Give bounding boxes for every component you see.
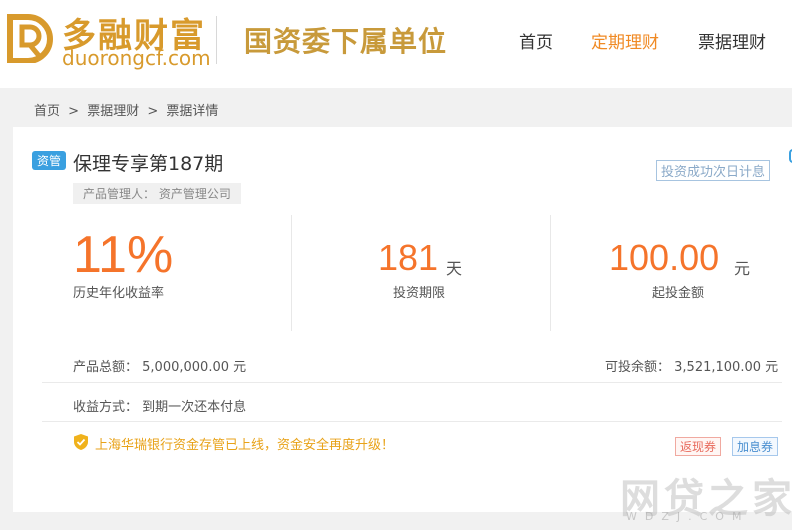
breadcrumb: 首页 > 票据理财 > 票据详情 bbox=[34, 100, 222, 119]
stat-divider bbox=[550, 215, 551, 331]
remaining-amount-value: 3,521,100.00 元 bbox=[674, 360, 779, 375]
total-amount-value: 5,000,000.00 元 bbox=[142, 360, 247, 375]
site-header: 多融财富 duorongcf.com 国资委下属单位 首页 定期理财 票据理财 bbox=[0, 0, 792, 88]
min-investment-unit: 元 bbox=[734, 259, 751, 278]
logo-mark-icon[interactable] bbox=[6, 13, 54, 63]
category-badge: 资管 bbox=[32, 151, 67, 170]
breadcrumb-current: 票据详情 bbox=[166, 104, 219, 119]
logo-domain[interactable]: duorongcf.com bbox=[62, 46, 211, 70]
repayment-method-label: 收益方式： bbox=[73, 400, 139, 415]
interest-notice: 投资成功次日计息 bbox=[656, 160, 771, 181]
row-divider bbox=[42, 421, 782, 422]
watermark-domain: WDZJ.COM bbox=[626, 510, 750, 523]
row-divider bbox=[42, 382, 782, 383]
annual-rate-label: 历史年化收益率 bbox=[73, 286, 165, 301]
total-amount-label: 产品总额： bbox=[73, 360, 139, 375]
repayment-method-value: 到期一次还本付息 bbox=[142, 400, 247, 415]
term-unit: 天 bbox=[446, 259, 463, 278]
breadcrumb-separator: > bbox=[68, 104, 80, 119]
breadcrumb-home[interactable]: 首页 bbox=[34, 104, 60, 119]
breadcrumb-bill-finance[interactable]: 票据理财 bbox=[87, 104, 139, 119]
product-card: 资管 保理专享第187期 产品管理人： 资产管理公司 投资成功次日计息 11% … bbox=[13, 127, 792, 512]
custody-notice: 上海华瑞银行资金存管已上线，资金安全再度升级！ bbox=[95, 438, 395, 453]
annual-rate-value: 11% bbox=[73, 226, 174, 284]
header-divider bbox=[216, 16, 217, 64]
min-investment-label: 起投金额 bbox=[652, 286, 705, 301]
total-amount: 产品总额： 5,000,000.00 元 bbox=[73, 356, 246, 375]
shield-icon bbox=[74, 434, 88, 450]
term-label: 投资期限 bbox=[393, 286, 446, 301]
product-manager: 产品管理人： 资产管理公司 bbox=[73, 183, 241, 204]
stat-divider bbox=[291, 215, 292, 331]
breadcrumb-separator: > bbox=[147, 104, 159, 119]
nav-home[interactable]: 首页 bbox=[519, 28, 553, 53]
remaining-amount: 可投余额： 3,521,100.00 元 bbox=[605, 356, 778, 375]
repayment-method: 收益方式： 到期一次还本付息 bbox=[73, 396, 246, 415]
interest-coupon-badge[interactable]: 加息券 bbox=[732, 437, 779, 456]
nav-bill-finance[interactable]: 票据理财 bbox=[698, 28, 766, 53]
nav-fixed-finance[interactable]: 定期理财 bbox=[591, 28, 659, 53]
min-investment-value: 100.00 bbox=[609, 237, 720, 278]
header-slogan: 国资委下属单位 bbox=[244, 25, 448, 58]
remaining-amount-label: 可投余额： bbox=[605, 360, 671, 375]
product-title: 保理专享第187期 bbox=[73, 153, 224, 175]
cashback-coupon-badge[interactable]: 返现券 bbox=[675, 437, 722, 456]
term-value: 181 bbox=[378, 237, 439, 278]
